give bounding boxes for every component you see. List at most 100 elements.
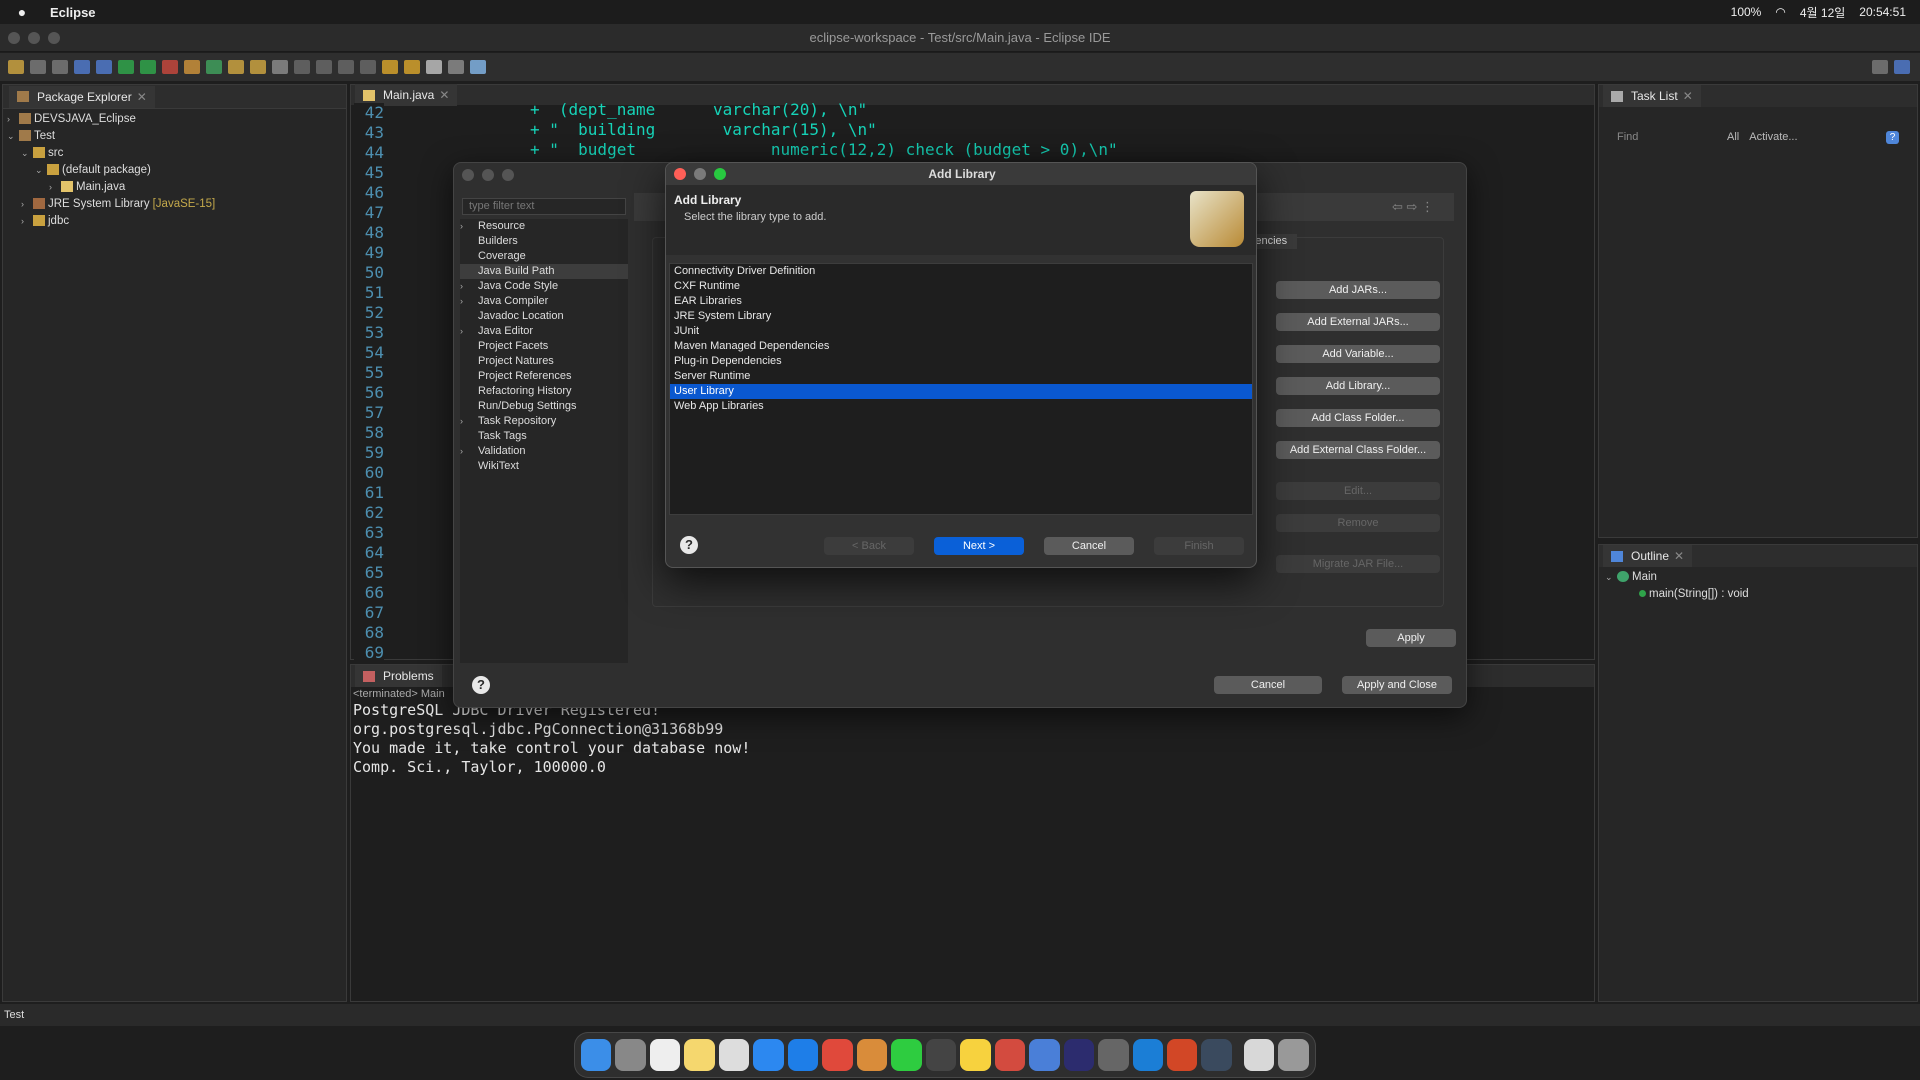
clock-icon[interactable] [925,1039,957,1071]
task-filter-all[interactable]: All [1727,131,1739,144]
properties-nav-item[interactable]: Coverage [460,249,628,264]
debug-icon[interactable] [96,60,112,74]
new-icon[interactable] [8,60,24,74]
build-path-button[interactable]: Add External Class Folder... [1276,441,1440,459]
properties-nav-item[interactable]: › Java Editor [460,324,628,339]
zoom-window-icon[interactable] [714,168,726,180]
properties-nav-item[interactable]: Refactoring History [460,384,628,399]
git-icon[interactable] [994,1039,1026,1071]
save-all-icon[interactable] [52,60,68,74]
zoom-window-icon[interactable] [48,32,60,44]
documents-icon[interactable] [1243,1039,1275,1071]
outline-method-row[interactable]: main(String[]) : void [1605,586,1911,603]
terminal-icon[interactable] [74,60,90,74]
postgres-icon[interactable] [1201,1039,1232,1071]
expand-chevron-icon[interactable]: › [21,213,33,230]
library-type-item[interactable]: JUnit [670,324,1252,339]
cancel-button[interactable]: Cancel [1044,537,1134,555]
system-settings-icon[interactable] [615,1039,646,1071]
activity-icon[interactable] [1098,1039,1129,1071]
close-window-icon[interactable] [674,168,686,180]
next-annotation-icon[interactable] [338,60,354,74]
library-type-item[interactable]: Server Runtime [670,369,1252,384]
apple-icon[interactable]: ● [14,4,30,20]
reminders-icon[interactable] [718,1039,750,1071]
perspective-icon[interactable] [1894,60,1910,74]
close-window-icon[interactable] [462,169,474,181]
library-type-item[interactable]: JRE System Library [670,309,1252,324]
safari-icon[interactable] [787,1039,819,1071]
properties-nav-item[interactable]: Task Tags [460,429,628,444]
build-path-button[interactable]: Add JARs... [1276,281,1440,299]
library-type-item[interactable]: Connectivity Driver Definition [670,264,1252,279]
coverage-icon[interactable] [140,60,156,74]
eclipse-icon[interactable] [1063,1039,1095,1071]
prev-annotation-icon[interactable] [360,60,376,74]
properties-nav-item[interactable]: › Java Code Style [460,279,628,294]
minimize-window-icon[interactable] [482,169,494,181]
library-type-list[interactable]: Connectivity Driver Definition CXF Runtim… [669,263,1253,515]
open-type-icon[interactable] [228,60,244,74]
console-output[interactable]: PostgreSQL JDBC Driver Registered! org.po… [351,701,1594,777]
properties-nav-item[interactable]: Builders [460,234,628,249]
xcode-icon[interactable] [1029,1039,1060,1071]
trash-icon[interactable] [1278,1039,1309,1071]
search-icon[interactable] [1872,60,1888,74]
properties-nav-item[interactable]: › Resource [460,219,628,234]
help-icon[interactable]: ? [680,536,698,554]
back-icon[interactable] [426,60,442,74]
build-path-button[interactable]: Add Library... [1276,377,1440,395]
nav-back-forward-icon[interactable]: ⇦ ⇨ ⋮ [1392,199,1434,215]
library-type-item[interactable]: Web App Libraries [670,399,1252,414]
library-type-item[interactable]: User Library [670,384,1252,399]
tab-package-explorer[interactable]: Package Explorer ✕ [9,85,155,108]
minimize-window-icon[interactable] [28,32,40,44]
properties-nav-item[interactable]: Javadoc Location [460,309,628,324]
firefox-icon[interactable] [856,1039,888,1071]
minimize-window-icon[interactable] [694,168,706,180]
properties-nav-item[interactable]: › Validation [460,444,628,459]
save-icon[interactable] [30,60,46,74]
tree-item[interactable]: › JRE System Library [JavaSE-15] [7,196,342,213]
library-type-item[interactable]: Maven Managed Dependencies [670,339,1252,354]
external-tools-icon[interactable] [162,60,178,74]
expand-chevron-icon[interactable]: › [460,444,472,459]
wifi-icon[interactable]: ◠ [1775,5,1785,19]
new-java-project-icon[interactable] [184,60,200,74]
properties-nav-item[interactable]: WikiText [460,459,628,474]
search-toolbar-icon[interactable] [272,60,288,74]
notes-icon[interactable] [684,1039,715,1071]
forward-icon[interactable] [448,60,464,74]
help-icon[interactable]: ? [1886,131,1899,144]
library-type-item[interactable]: CXF Runtime [670,279,1252,294]
close-icon[interactable]: ✕ [1683,85,1693,107]
finish-button[interactable]: Finish [1154,537,1244,555]
calendar-icon[interactable] [649,1039,681,1071]
properties-nav-item[interactable]: Run/Debug Settings [460,399,628,414]
toggle-mark-icon[interactable] [294,60,310,74]
back-history-icon[interactable] [404,60,420,74]
task-find-input[interactable]: Find [1617,131,1717,144]
expand-chevron-icon[interactable]: › [460,324,472,339]
expand-chevron-icon[interactable]: ⌄ [7,128,19,145]
properties-nav-item[interactable]: Project Facets [460,339,628,354]
expand-chevron-icon[interactable]: › [460,279,472,294]
build-path-button[interactable]: Remove [1276,514,1440,532]
expand-chevron-icon[interactable]: › [49,179,61,196]
tree-item[interactable]: › Main.java [7,179,342,196]
close-icon[interactable]: ✕ [439,84,449,106]
app-store-icon[interactable] [753,1039,784,1071]
forward-history-icon[interactable] [382,60,398,74]
tree-item[interactable]: ⌄ Test [7,128,342,145]
expand-chevron-icon[interactable]: ⌄ [21,145,33,162]
tree-item[interactable]: › DEVSJAVA_Eclipse [7,111,342,128]
expand-chevron-icon[interactable]: ⌄ [35,162,47,179]
apply-and-close-button[interactable]: Apply and Close [1342,676,1452,694]
zoom-window-icon[interactable] [502,169,514,181]
tree-item[interactable]: ⌄ src [7,145,342,162]
vscode-icon[interactable] [1132,1039,1163,1071]
build-path-button[interactable]: Add External JARs... [1276,313,1440,331]
expand-chevron-icon[interactable]: › [460,219,472,234]
tab-outline[interactable]: Outline ✕ [1603,545,1693,567]
task-activate[interactable]: Activate... [1749,131,1797,144]
